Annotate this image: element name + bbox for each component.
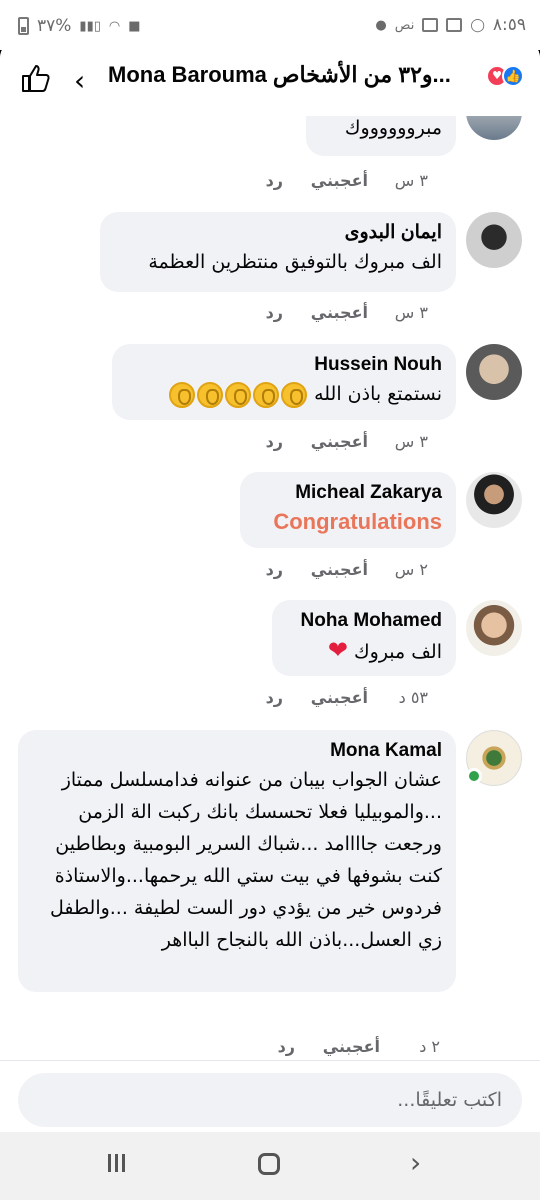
comment-bubble[interactable]: Mona Kamal عشان الجواب بيبان من عنوانه ف… xyxy=(18,730,456,992)
clapping-hands-icon xyxy=(197,381,224,408)
battery-icon xyxy=(18,17,29,35)
title-name: Mona Barouma xyxy=(108,62,267,87)
comment-time: ٣ س xyxy=(394,171,428,190)
reply-link[interactable]: رد xyxy=(266,171,283,190)
comment-meta: ٢ س أعجبني رد xyxy=(266,560,428,579)
gallery-icon xyxy=(422,18,439,32)
recent-apps-icon[interactable] xyxy=(108,1154,125,1172)
avatar[interactable] xyxy=(466,472,522,528)
reactions-title[interactable]: Mona Barouma و٣٢ من الأشخاص... xyxy=(108,62,451,88)
clapping-hands-icon xyxy=(281,381,308,408)
reply-link[interactable]: رد xyxy=(278,1037,295,1056)
comment-text: الف مبروك ❤ xyxy=(286,634,442,668)
comment-meta: ٢ د أعجبني رد xyxy=(278,1037,440,1056)
red-heart-icon: ❤ xyxy=(327,636,348,664)
commenter-name[interactable]: Noha Mohamed xyxy=(286,608,442,634)
reply-link[interactable]: رد xyxy=(266,560,283,579)
commenter-name[interactable]: Hussein Nouh xyxy=(126,352,442,378)
avatar[interactable] xyxy=(466,344,522,400)
reply-link[interactable]: رد xyxy=(266,303,283,322)
notes-icon xyxy=(446,18,463,32)
status-left: ٣٧% ▮▮▯ ◠ ■ xyxy=(18,16,141,36)
comment-input[interactable]: اكتب تعليقًا... xyxy=(18,1073,522,1127)
comment-text-main: الف مبروك xyxy=(353,641,442,663)
back-chevron-icon[interactable]: › xyxy=(410,1146,421,1179)
comment-time: ٣ س xyxy=(394,303,428,322)
comment-text: عشان الجواب بيبان من عنوانه فدامسلسل ممت… xyxy=(49,769,442,951)
like-link[interactable]: أعجبني xyxy=(283,560,368,579)
title-rest: و٣٢ من الأشخاص... xyxy=(272,62,451,87)
notification-dot-icon: ● xyxy=(375,17,387,33)
like-reaction-icon: 👍 xyxy=(502,65,524,87)
comment-time: ٥٣ د xyxy=(398,688,428,707)
comment-meta: ٣ س أعجبني رد xyxy=(266,432,428,451)
clapping-hands-icon xyxy=(225,381,252,408)
status-right: ● نص ◯ ٨:٥٩ xyxy=(375,15,526,35)
commenter-name[interactable]: ايمان البدوى xyxy=(114,220,442,246)
comment-bubble[interactable]: Hussein Nouh نستمتع باذن الله xyxy=(112,344,456,420)
comment-text: مبرووووووك xyxy=(344,117,442,139)
chevron-left-icon[interactable]: ‹ xyxy=(74,64,85,97)
comment-bubble[interactable]: Micheal Zakarya Congratulations xyxy=(240,472,456,548)
comment-bubble[interactable]: ايمان البدوى الف مبروك بالتوفيق منتظرين … xyxy=(100,212,456,292)
reply-link[interactable]: رد xyxy=(266,432,283,451)
signal-icon: ▮▮▯ xyxy=(79,18,101,34)
comment-text-main: نستمتع باذن الله xyxy=(314,383,442,405)
like-link[interactable]: أعجبني xyxy=(283,688,368,707)
reaction-icons[interactable]: ♥ 👍 xyxy=(486,65,524,87)
wifi-icon: ◠ xyxy=(108,18,121,34)
like-link[interactable]: أعجبني xyxy=(283,303,368,322)
avatar[interactable] xyxy=(466,212,522,268)
commenter-name[interactable]: Micheal Zakarya xyxy=(254,480,442,506)
whatsapp-icon: ◯ xyxy=(470,17,485,33)
comment-time: ٢ س xyxy=(394,560,428,579)
comment-meta: ٣ س أعجبني رد xyxy=(266,171,428,190)
lock-icon: ■ xyxy=(128,18,141,34)
clock: ٨:٥٩ xyxy=(492,15,526,35)
comment-meta: ٣ س أعجبني رد xyxy=(266,303,428,322)
comment-text: Congratulations xyxy=(273,509,442,534)
comment-time: ٢ د xyxy=(419,1037,440,1056)
carrier-label: نص xyxy=(394,17,415,33)
like-link[interactable]: أعجبني xyxy=(295,1037,380,1056)
battery-level: ٣٧% xyxy=(37,16,72,36)
online-status-indicator xyxy=(466,768,482,784)
like-link[interactable]: أعجبني xyxy=(283,171,368,190)
like-outline-icon[interactable] xyxy=(20,62,52,94)
reply-link[interactable]: رد xyxy=(266,688,283,707)
comment-meta: ٥٣ د أعجبني رد xyxy=(266,688,428,707)
clapping-hands-icon xyxy=(169,381,196,408)
avatar[interactable] xyxy=(466,600,522,656)
comment-time: ٣ س xyxy=(394,432,428,451)
comment-text: نستمتع باذن الله xyxy=(126,378,442,410)
commenter-name[interactable]: Mona Kamal xyxy=(32,738,442,764)
like-link[interactable]: أعجبني xyxy=(283,432,368,451)
comment-bubble[interactable]: Noha Mohamed الف مبروك ❤ xyxy=(272,600,456,676)
comment-text: الف مبروك بالتوفيق منتظرين العظمة xyxy=(148,251,442,273)
system-nav-bar: › xyxy=(0,1132,540,1200)
comments-sheet: ‹ Mona Barouma و٣٢ من الأشخاص... ♥ 👍 مبر… xyxy=(0,40,540,1200)
sheet-header: ‹ Mona Barouma و٣٢ من الأشخاص... ♥ 👍 xyxy=(0,40,540,116)
home-icon[interactable] xyxy=(258,1153,280,1175)
clapping-hands-icon xyxy=(253,381,280,408)
